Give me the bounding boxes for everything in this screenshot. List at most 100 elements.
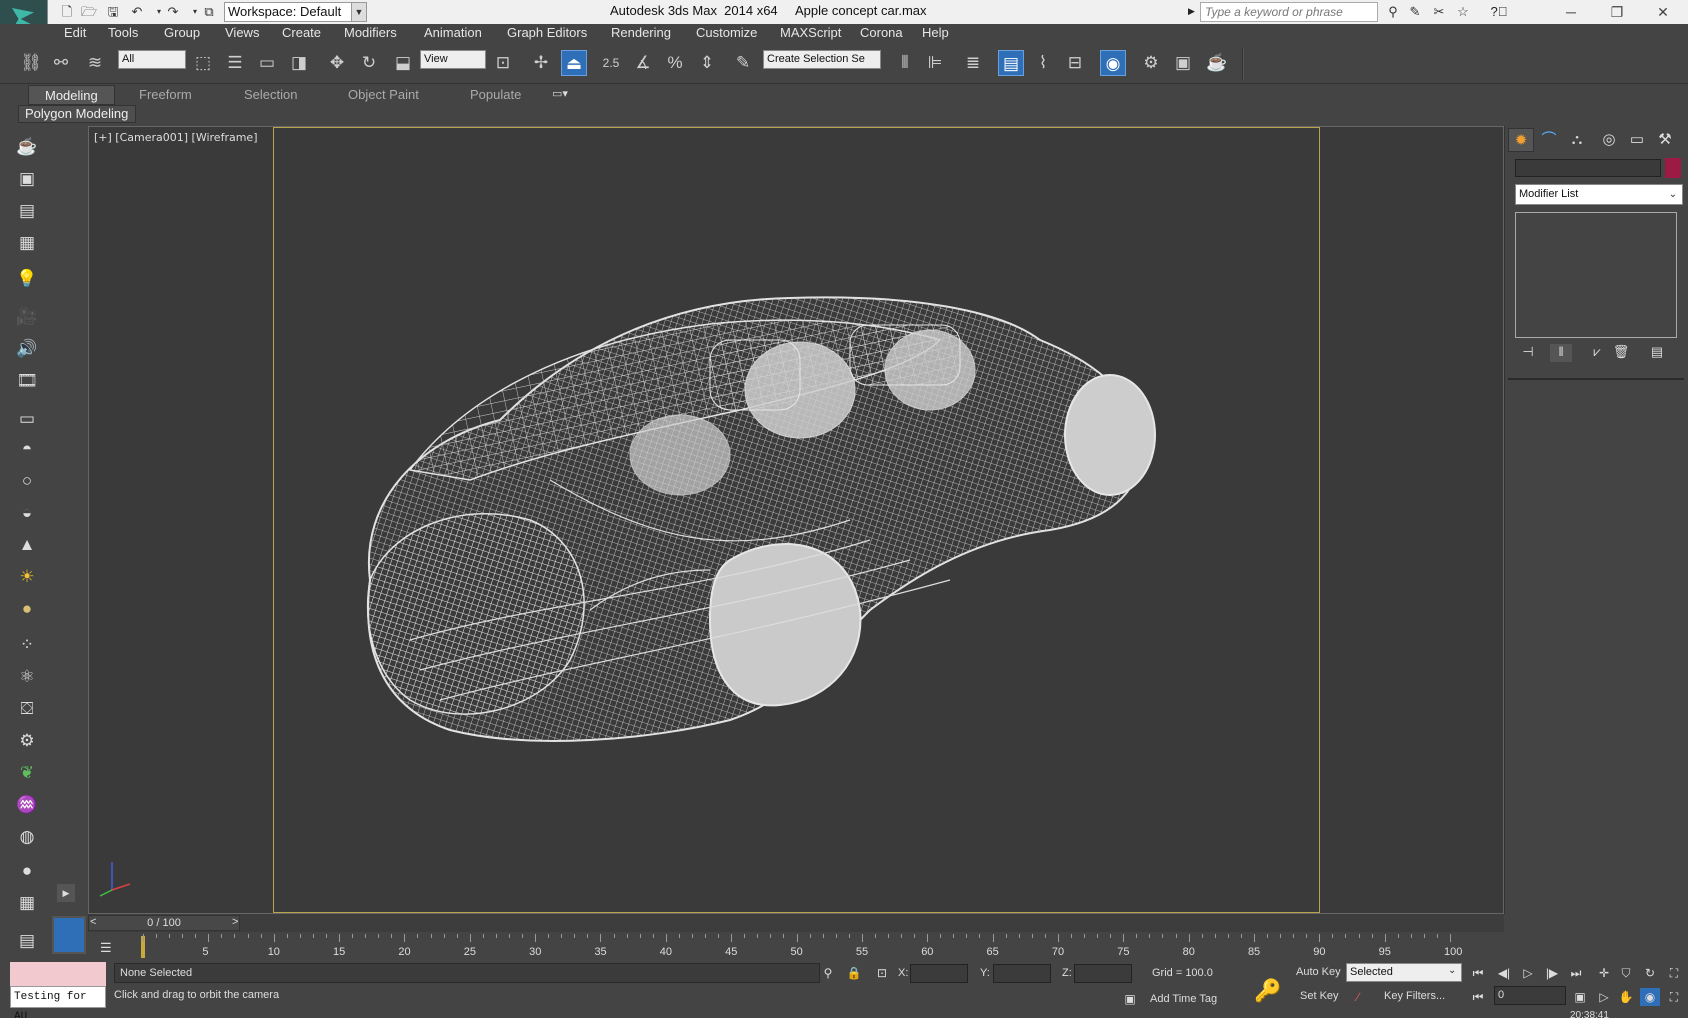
previous-frame-icon[interactable]: ◀| xyxy=(1494,964,1514,982)
polygon-modeling-panel[interactable]: Polygon Modeling xyxy=(18,105,136,123)
orbit-camera-icon[interactable]: ↻ xyxy=(1640,964,1660,982)
key-filters-button[interactable]: Key Filters... xyxy=(1384,990,1445,1002)
select-by-name-icon[interactable]: ☰ xyxy=(222,50,248,76)
chevron-down-icon[interactable]: ▼ xyxy=(351,2,367,22)
hair-fur-icon[interactable]: ♒ xyxy=(14,792,40,818)
go-to-end-icon[interactable]: ⏭ xyxy=(1566,964,1586,982)
cloth-icon[interactable]: ◍ xyxy=(14,824,40,850)
sound-icon[interactable]: 🔊 xyxy=(14,336,40,362)
save-icon[interactable]: 🖫 xyxy=(104,3,122,21)
next-frame-icon[interactable]: |▶ xyxy=(1542,964,1562,982)
tab-selection[interactable]: Selection xyxy=(244,87,297,102)
material-editor-icon[interactable]: ◉ xyxy=(1100,50,1126,76)
scene-explorer-icon[interactable]: ▤ xyxy=(998,50,1024,76)
modify-tab-icon[interactable]: ⌒ xyxy=(1536,128,1562,152)
time-slider-track[interactable] xyxy=(88,914,1504,932)
viewport-play-icon[interactable]: ▶ xyxy=(57,884,75,902)
menu-maxscript[interactable]: MAXScript xyxy=(780,25,841,40)
new-file-icon[interactable]: 🗋 xyxy=(58,3,76,21)
rectangular-selection-icon[interactable]: ▭ xyxy=(254,50,280,76)
cone-icon[interactable]: ▲ xyxy=(14,532,40,558)
camera-icon[interactable]: 🎥 xyxy=(14,304,40,330)
rotate-icon[interactable]: ↻ xyxy=(356,50,382,76)
render-sphere-icon[interactable]: ● xyxy=(14,858,40,884)
menu-help[interactable]: Help xyxy=(922,25,949,40)
bind-spacewarp-icon[interactable]: ≋ xyxy=(82,50,108,76)
modifier-stack[interactable] xyxy=(1515,212,1677,338)
angle-snap-icon[interactable]: ∡ xyxy=(630,50,656,76)
search-input[interactable]: Type a keyword or phrase xyxy=(1200,2,1378,22)
scale-icon[interactable]: ⬓ xyxy=(390,50,416,76)
orbit-active-icon[interactable]: ◉ xyxy=(1640,988,1660,1006)
tab-object-paint[interactable]: Object Paint xyxy=(348,87,419,102)
display-tab-icon[interactable]: ▭ xyxy=(1624,128,1650,152)
slider-prev-icon[interactable]: < xyxy=(90,916,96,928)
slider-next-icon[interactable]: > xyxy=(232,916,238,928)
project-folder-icon[interactable]: ⧉ xyxy=(200,3,218,21)
gear-icon[interactable]: ⚙ xyxy=(14,728,40,754)
menu-group[interactable]: Group xyxy=(164,25,200,40)
move-icon[interactable]: ✥ xyxy=(324,50,350,76)
menu-corona[interactable]: Corona xyxy=(860,25,903,40)
time-tag-icon[interactable]: ▣ xyxy=(1122,992,1138,1008)
go-to-start-icon[interactable]: ⏮ xyxy=(1468,964,1488,982)
document-icon[interactable]: ▤ xyxy=(14,198,40,224)
reference-coordinate-dropdown[interactable]: View xyxy=(420,50,486,69)
molecule-icon[interactable]: ⚛ xyxy=(14,664,40,690)
motion-tab-icon[interactable]: ◎ xyxy=(1596,128,1622,152)
hemisphere-icon[interactable]: ◓ xyxy=(14,436,40,462)
z-coord-field[interactable] xyxy=(1074,964,1132,983)
align-icon[interactable]: ⊫ xyxy=(922,50,948,76)
show-end-result-icon[interactable]: ‖ xyxy=(1550,344,1572,362)
sphere-icon[interactable]: ○ xyxy=(14,468,40,494)
modifier-list-dropdown[interactable]: Modifier List xyxy=(1515,184,1683,205)
named-selection-dropdown[interactable]: Create Selection Se xyxy=(763,50,881,69)
percent-snap-icon[interactable]: % xyxy=(662,50,688,76)
add-time-tag-button[interactable]: Add Time Tag xyxy=(1150,993,1217,1005)
communication-center-icon[interactable]: ✂ xyxy=(1430,3,1448,21)
manipulate-icon[interactable]: ✢ xyxy=(528,50,554,76)
menu-edit[interactable]: Edit xyxy=(64,25,86,40)
ribbon-options-icon[interactable]: ▭▾ xyxy=(552,87,568,100)
dolly-icon[interactable]: ⛉ xyxy=(1616,964,1636,982)
edit-named-selection-icon[interactable]: ✎ xyxy=(730,50,756,76)
maxscript-mini-listener[interactable] xyxy=(10,962,106,986)
curve-editor-icon[interactable]: ⌇ xyxy=(1030,50,1056,76)
pan-hand-icon[interactable]: ✋ xyxy=(1616,988,1636,1006)
chevron-down-icon[interactable]: ⌄ xyxy=(1665,185,1681,204)
plane-icon[interactable]: ▭ xyxy=(14,406,40,432)
film-reel-icon[interactable]: 🎞 xyxy=(14,368,40,394)
car-wireframe-model[interactable] xyxy=(350,280,1230,800)
light-bulb-icon[interactable]: 💡 xyxy=(14,266,40,292)
grid-panel-icon[interactable]: ▦ xyxy=(14,890,40,916)
object-color-swatch[interactable] xyxy=(1665,158,1681,178)
key-mode-toggle-icon[interactable]: ⏮ xyxy=(1468,988,1488,1006)
menu-views[interactable]: Views xyxy=(225,25,259,40)
subscription-icon[interactable]: ✎ xyxy=(1406,3,1424,21)
object-name-field[interactable] xyxy=(1515,159,1661,177)
plant-icon[interactable]: ❦ xyxy=(14,760,40,786)
zoom-icon[interactable]: ✛ xyxy=(1594,964,1614,982)
chevron-down-icon[interactable]: ⌄ xyxy=(1448,965,1456,976)
pin-stack-icon[interactable]: ⊣ xyxy=(1517,344,1539,362)
field-of-view-icon[interactable]: ▷ xyxy=(1594,988,1614,1006)
maxscript-listener-input[interactable]: Testing for AU xyxy=(10,986,106,1018)
absolute-mode-icon[interactable]: ⊡ xyxy=(874,966,890,982)
close-icon[interactable]: ✕ xyxy=(1640,2,1686,22)
time-slider[interactable]: 0 / 100 xyxy=(88,915,240,931)
current-time-marker[interactable] xyxy=(141,936,145,958)
geosphere-icon[interactable]: ◒ xyxy=(14,500,40,526)
tab-populate[interactable]: Populate xyxy=(470,87,521,102)
open-file-icon[interactable]: 🗁 xyxy=(80,3,98,21)
redo-icon[interactable]: ↷ xyxy=(164,3,182,21)
remove-modifier-icon[interactable]: 🗑 xyxy=(1610,344,1632,362)
workspace-dropdown[interactable]: Workspace: Default xyxy=(224,2,364,22)
menu-modifiers[interactable]: Modifiers xyxy=(344,25,397,40)
keyboard-shortcut-override-icon[interactable]: ⏏ xyxy=(561,50,587,76)
set-key-button[interactable]: Set Key xyxy=(1300,990,1339,1002)
tab-freeform[interactable]: Freeform xyxy=(139,87,192,102)
pivot-center-icon[interactable]: ⊡ xyxy=(490,50,516,76)
binoculars-icon[interactable]: ⚲ xyxy=(1384,3,1402,21)
track-bar-filter-icon[interactable]: ☰ xyxy=(100,940,112,956)
unlink-icon[interactable]: ⚯ xyxy=(48,50,74,76)
